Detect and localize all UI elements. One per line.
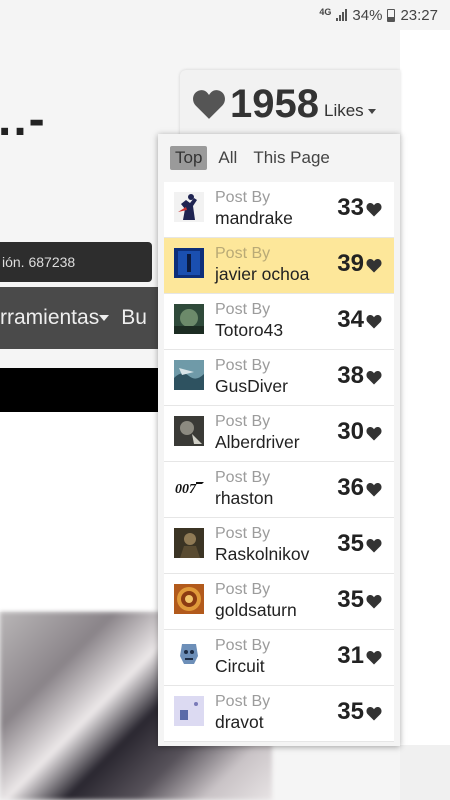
likes-label: Likes <box>323 101 364 120</box>
menu-bar: rramientas Bu <box>0 287 160 349</box>
heart-icon <box>366 314 382 329</box>
like-count: 38 <box>337 362 364 389</box>
like-count: 30 <box>337 418 364 445</box>
heart-icon <box>366 258 382 273</box>
username[interactable]: Raskolnikov <box>215 544 309 565</box>
clock: 23:27 <box>400 6 438 24</box>
sketch-avatar <box>174 696 204 726</box>
username[interactable]: Totoro43 <box>215 320 283 341</box>
heart-icon <box>366 650 382 665</box>
like-count: 35 <box>337 530 364 557</box>
liker-list: Post By mandrake 33 Post By javier ochoa… <box>164 182 394 742</box>
network-type: 4G <box>319 6 332 17</box>
tab-this-page[interactable]: This Page <box>248 146 335 170</box>
post-by-label: Post By <box>215 357 271 374</box>
list-item[interactable]: Post By dravot 35 <box>164 686 394 742</box>
username[interactable]: dravot <box>215 712 264 733</box>
like-count: 33 <box>337 194 364 221</box>
svg-text:007: 007 <box>175 482 197 497</box>
post-by-label: Post By <box>215 413 271 430</box>
username[interactable]: javier ochoa <box>215 264 309 285</box>
heart-icon <box>366 538 382 553</box>
list-item[interactable]: Post By Totoro43 34 <box>164 294 394 350</box>
post-by-label: Post By <box>215 525 271 542</box>
status-bar: 4G 34% 23:27 <box>0 0 450 30</box>
tooltip-text: ión. 687238 <box>2 254 76 270</box>
menu-item-next[interactable]: Bu <box>121 306 147 329</box>
signal-icon <box>336 9 348 21</box>
heart-icon <box>366 202 382 217</box>
likes-count: 1958 <box>230 81 319 126</box>
filter-tabs: Top All This Page <box>170 146 335 170</box>
like-count: 35 <box>337 586 364 613</box>
green-avatar <box>174 304 204 334</box>
heart-icon <box>366 426 382 441</box>
like-count: 36 <box>337 474 364 501</box>
username[interactable]: Circuit <box>215 656 265 677</box>
post-by-label: Post By <box>215 189 271 206</box>
username[interactable]: goldsaturn <box>215 600 297 621</box>
list-item[interactable]: Post By Circuit 31 <box>164 630 394 686</box>
robot-avatar <box>174 640 204 670</box>
heart-icon <box>366 706 382 721</box>
portrait-avatar <box>174 528 204 558</box>
menu-item-herramientas[interactable]: rramientas <box>0 306 99 329</box>
ocean-avatar <box>174 360 204 390</box>
heart-icon <box>366 370 382 385</box>
page-title: ..- <box>0 93 47 146</box>
post-by-label: Post By <box>215 245 271 262</box>
battery-icon <box>387 8 396 22</box>
list-item[interactable]: Post By goldsaturn 35 <box>164 574 394 630</box>
username[interactable]: GusDiver <box>215 376 288 397</box>
007-logo-icon: 007 <box>174 472 204 502</box>
battery-percent: 34% <box>352 6 383 24</box>
figure-avatar <box>174 192 204 222</box>
black-bar <box>0 368 158 412</box>
list-item-highlighted[interactable]: Post By javier ochoa 39 <box>164 238 394 294</box>
post-by-label: Post By <box>215 301 271 318</box>
post-by-label: Post By <box>215 581 271 598</box>
username[interactable]: rhaston <box>215 488 273 509</box>
right-margin <box>400 30 450 800</box>
blue-avatar <box>174 248 204 278</box>
dark-avatar <box>174 416 204 446</box>
list-item[interactable]: Post By mandrake 33 <box>164 182 394 238</box>
chevron-down-icon <box>99 315 110 322</box>
list-item[interactable]: Post By Raskolnikov 35 <box>164 518 394 574</box>
like-count: 34 <box>337 306 364 333</box>
like-count: 39 <box>337 250 364 277</box>
right-footer <box>400 745 450 800</box>
mandala-avatar <box>174 584 204 614</box>
like-count: 35 <box>337 698 364 725</box>
username[interactable]: Alberdriver <box>215 432 300 453</box>
tab-all[interactable]: All <box>213 146 242 170</box>
like-count: 31 <box>337 642 364 669</box>
list-item[interactable]: 007 Post By rhaston 36 <box>164 462 394 518</box>
chevron-down-icon <box>367 108 376 114</box>
likes-button[interactable]: 1958 Likes <box>180 70 400 138</box>
likes-dropdown: Top All This Page Post By mandrake 33 Po… <box>158 134 400 746</box>
heart-icon <box>366 594 382 609</box>
username[interactable]: mandrake <box>215 208 293 229</box>
post-by-label: Post By <box>215 693 271 710</box>
heart-icon <box>193 90 225 119</box>
tab-top[interactable]: Top <box>170 146 208 170</box>
post-by-label: Post By <box>215 637 271 654</box>
post-by-label: Post By <box>215 469 271 486</box>
tooltip: ión. 687238 <box>0 242 152 282</box>
heart-icon <box>366 482 382 497</box>
list-item[interactable]: Post By GusDiver 38 <box>164 350 394 406</box>
list-item[interactable]: Post By Alberdriver 30 <box>164 406 394 462</box>
